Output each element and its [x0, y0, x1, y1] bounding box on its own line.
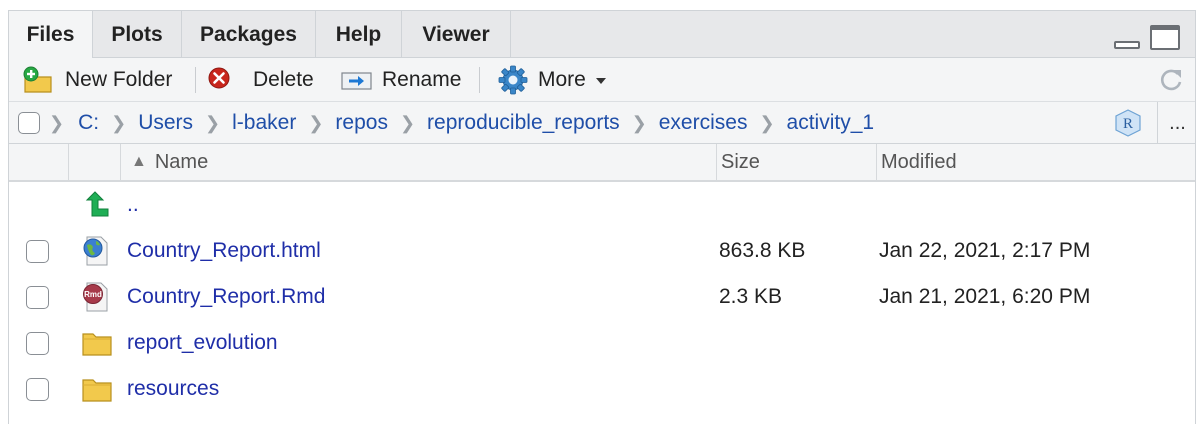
rmd-icon-label: Rmd [84, 290, 102, 299]
size-column-label: Size [721, 150, 760, 173]
breadcrumb-l-baker[interactable]: l-baker [232, 111, 296, 135]
chevron-right-icon: ❯ [111, 112, 127, 133]
tab-plots[interactable]: Plots [93, 11, 182, 58]
more-menu-button[interactable]: More [497, 58, 612, 102]
caret-down-icon [595, 78, 606, 84]
ellipsis-label: ... [1169, 111, 1186, 134]
file-name[interactable]: resources [127, 366, 219, 412]
file-name[interactable]: .. [127, 182, 139, 228]
sort-ascending-icon: ▲ [131, 153, 147, 170]
file-modified: Jan 22, 2021, 2:17 PM [879, 239, 1091, 262]
chevron-right-icon: ❯ [399, 112, 416, 133]
breadcrumb: ❯ C: ❯ Users ❯ l-baker ❯ repos ❯ reprodu… [49, 102, 874, 144]
tab-label: Viewer [422, 22, 490, 46]
parent-directory-row[interactable]: .. [9, 182, 1195, 228]
minimize-pane-button[interactable] [1114, 41, 1140, 49]
modified-column-header[interactable]: Modified [876, 144, 1197, 180]
files-pane: Files Plots Packages Help Viewer New Fol… [8, 10, 1196, 424]
file-row[interactable]: Country_Report.html 863.8 KB Jan 22, 202… [9, 228, 1195, 274]
file-modified: Jan 21, 2021, 6:20 PM [879, 285, 1091, 308]
tab-help[interactable]: Help [316, 11, 402, 58]
files-toolbar: New Folder Delete Rename More [9, 58, 1195, 102]
delete-icon [208, 67, 230, 89]
tab-label: Plots [111, 22, 163, 46]
rename-icon [341, 72, 372, 90]
delete-label: Delete [253, 68, 314, 91]
rmd-file-icon: Rmd [83, 282, 108, 312]
row-checkbox[interactable] [26, 332, 49, 355]
file-name[interactable]: Country_Report.html [127, 228, 321, 274]
toolbar-divider [479, 67, 480, 93]
file-size: 863.8 KB [719, 239, 806, 262]
file-size: 2.3 KB [719, 285, 783, 308]
column-header: ▲ Name Size Modified [9, 144, 1195, 182]
tab-files[interactable]: Files [9, 11, 93, 59]
icon-column-header [68, 144, 120, 180]
refresh-icon[interactable] [1156, 65, 1186, 95]
breadcrumb-c[interactable]: C: [78, 111, 99, 135]
new-folder-label: New Folder [65, 68, 173, 91]
r-project-icon-letter: R [1123, 116, 1133, 132]
tab-label: Help [335, 22, 382, 46]
more-options-button[interactable]: ... [1157, 102, 1197, 144]
breadcrumb-exercises[interactable]: exercises [659, 111, 748, 135]
file-row[interactable]: Rmd Country_Report.Rmd 2.3 KB Jan 21, 20… [9, 274, 1195, 320]
modified-column-label: Modified [881, 150, 957, 173]
breadcrumb-users[interactable]: Users [138, 111, 193, 135]
file-name[interactable]: report_evolution [127, 320, 278, 366]
chevron-right-icon: ❯ [759, 112, 775, 133]
new-folder-button[interactable]: New Folder [21, 58, 172, 102]
delete-button[interactable]: Delete [207, 58, 314, 102]
up-arrow-icon [85, 191, 109, 217]
file-name[interactable]: Country_Report.Rmd [127, 274, 325, 320]
tab-label: Files [26, 23, 75, 46]
breadcrumb-repos[interactable]: repos [335, 111, 388, 135]
breadcrumb-reproducible-reports[interactable]: reproducible_reports [427, 111, 620, 135]
breadcrumb-bar: ❯ C: ❯ Users ❯ l-baker ❯ repos ❯ reprodu… [9, 102, 1195, 144]
tab-viewer[interactable]: Viewer [402, 11, 511, 58]
breadcrumb-activity-1[interactable]: activity_1 [787, 111, 875, 135]
tab-strip: Files Plots Packages Help Viewer [9, 11, 1195, 59]
folder-icon [82, 333, 112, 356]
html-file-icon [83, 236, 108, 266]
select-all-checkbox[interactable] [18, 112, 40, 134]
folder-icon [82, 379, 112, 402]
rename-label: Rename [382, 68, 462, 91]
name-column-header[interactable]: ▲ Name [120, 144, 716, 180]
chevron-right-icon: ❯ [49, 112, 65, 133]
new-folder-icon [23, 66, 52, 93]
row-checkbox[interactable] [26, 240, 49, 263]
rename-button[interactable]: Rename [340, 58, 461, 102]
folder-row[interactable]: resources [9, 366, 1195, 412]
row-checkbox[interactable] [26, 286, 49, 309]
row-checkbox[interactable] [26, 378, 49, 401]
tab-label: Packages [200, 22, 297, 46]
name-column-label: Name [154, 150, 209, 173]
tab-packages[interactable]: Packages [182, 11, 316, 58]
r-project-icon[interactable]: R [1113, 108, 1143, 138]
chevron-right-icon: ❯ [205, 112, 221, 133]
toolbar-divider [195, 67, 196, 93]
chevron-right-icon: ❯ [631, 112, 647, 133]
gear-icon [498, 65, 528, 95]
folder-row[interactable]: report_evolution [9, 320, 1195, 366]
size-column-header[interactable]: Size [716, 144, 876, 180]
maximize-pane-button[interactable] [1150, 25, 1180, 50]
chevron-right-icon: ❯ [308, 112, 324, 133]
more-label: More [538, 68, 586, 91]
